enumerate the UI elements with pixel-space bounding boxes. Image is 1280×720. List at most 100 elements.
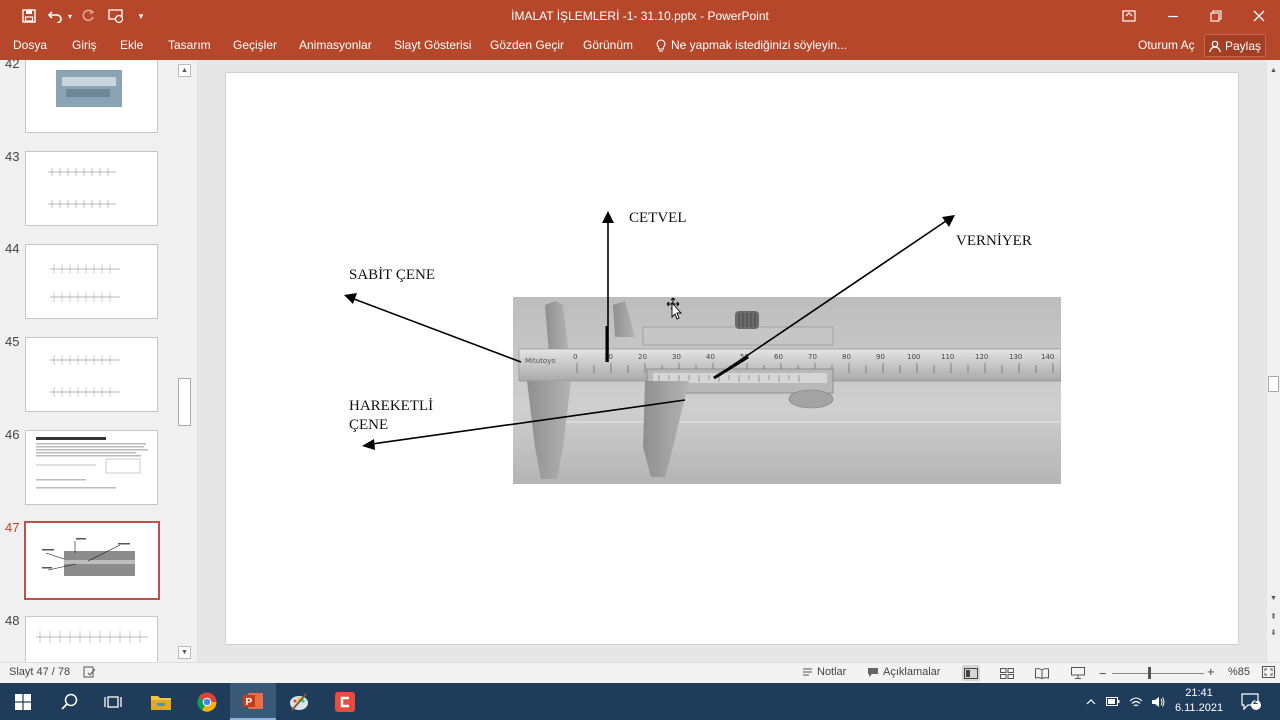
slide-thumbnail-43[interactable] [25,151,158,226]
reading-view-icon[interactable] [1033,665,1051,681]
windows-taskbar: P 21:41 6.11.2021 2 [0,683,1280,720]
label-sabit-cene[interactable]: SABİT ÇENE [349,266,435,285]
battery-icon[interactable] [1104,683,1122,720]
comments-button[interactable]: Açıklamalar [867,666,940,678]
notes-button[interactable]: Notlar [802,666,846,678]
slide-thumbnail-46[interactable] [25,430,158,505]
scale-number: 140 [1041,353,1054,361]
zoom-slider[interactable] [1112,673,1204,674]
caliper-photo: 0 10 20 30 40 50 60 70 80 90 100 110 120… [513,297,1061,484]
undo-dropdown-icon[interactable]: ▾ [66,0,74,32]
scale-number: 50 [740,353,749,361]
search-icon[interactable] [46,683,92,720]
tab-view[interactable]: Görünüm [583,38,633,52]
slideshow-icon[interactable] [1069,665,1087,681]
wifi-icon[interactable] [1127,683,1145,720]
paint-icon[interactable] [276,683,322,720]
slide-number: 48 [5,613,20,628]
zoom-level[interactable]: %85 [1228,666,1250,678]
task-view-icon[interactable] [90,683,136,720]
restore-button[interactable] [1194,0,1238,32]
close-button[interactable] [1237,0,1280,32]
zoom-out-icon[interactable]: − [1099,666,1107,681]
tab-insert[interactable]: Ekle [120,38,143,52]
slide-number: 44 [5,241,20,256]
scale-number: 70 [808,353,817,361]
recorder-app-icon[interactable] [322,683,368,720]
slide-number: 42 [5,60,20,71]
tab-review[interactable]: Gözden Geçir [490,38,564,52]
touch-mode-icon[interactable] [106,0,128,32]
windows-start-icon[interactable] [0,683,46,720]
previous-slide-icon[interactable]: ⇞ [1267,610,1280,623]
slide-thumbnail-pane: 42 43 44 45 46 47 48 ▲ ▼ [0,60,197,662]
undo-icon[interactable] [44,0,66,32]
chrome-icon[interactable] [184,683,230,720]
notification-center-icon[interactable]: 2 [1236,683,1266,720]
powerpoint-window: ▾ ▾ İMALAT İŞLEMLERİ -1- 31.10.pptx - Po… [0,0,1280,720]
tell-me-box[interactable]: Ne yapmak istediğinizi söyleyin... [656,38,847,52]
show-hidden-icons[interactable] [1082,683,1100,720]
scale-number: 80 [842,353,851,361]
slide-canvas[interactable]: 0 10 20 30 40 50 60 70 80 90 100 110 120… [225,72,1239,645]
scale-number: 20 [638,353,647,361]
powerpoint-taskbar-icon[interactable]: P [230,683,276,720]
label-hareketli[interactable]: HAREKETLİ [349,397,433,416]
slide-sorter-icon[interactable] [998,665,1016,681]
minimize-button[interactable] [1151,0,1195,32]
next-slide-icon[interactable]: ⇟ [1267,626,1280,639]
slide-thumbnail-42[interactable] [25,60,158,133]
thumbnail-scrollbar[interactable]: ▲ ▼ [177,64,192,660]
slide-number: 47 [5,520,20,535]
notes-label: Notlar [817,666,847,678]
tab-slideshow[interactable]: Slayt Gösterisi [394,38,471,52]
move-cursor-icon [666,297,683,320]
scroll-down-icon[interactable]: ▼ [1267,592,1280,605]
notes-icon [803,668,812,676]
scrollbar-thumb[interactable] [1268,376,1279,392]
lightbulb-icon [656,38,666,52]
redo-icon[interactable] [78,0,98,32]
customize-icon[interactable]: ▾ [134,0,148,32]
spellcheck-icon[interactable] [83,666,96,678]
share-button[interactable]: Paylaş [1204,34,1266,57]
volume-icon[interactable] [1149,683,1167,720]
tab-design[interactable]: Tasarım [168,38,211,52]
slide-number: 45 [5,334,20,349]
tab-animations[interactable]: Animasyonlar [299,38,372,52]
slide-number: 43 [5,149,20,164]
zoom-in-icon[interactable]: + [1207,664,1215,679]
scale-number: 60 [774,353,783,361]
comment-icon [868,667,878,677]
ribbon-display-icon[interactable] [1107,0,1151,32]
slide-thumbnail-47[interactable] [24,521,160,600]
document-title: İMALAT İŞLEMLERİ -1- 31.10.pptx - PowerP… [511,9,769,23]
label-cene[interactable]: ÇENE [349,416,388,435]
slide-thumbnail-44[interactable] [25,244,158,319]
clock-time: 21:41 [1185,687,1213,699]
comments-label: Açıklamalar [883,666,941,678]
scrollbar-thumb[interactable] [178,378,191,426]
scale-number: 0 [573,353,577,361]
save-icon[interactable] [18,0,40,32]
normal-view-icon[interactable] [962,665,980,681]
main-scrollbar[interactable]: ▲ ▼ ⇞ ⇟ [1267,60,1280,662]
slide-thumbnail-48[interactable] [25,616,158,662]
tab-file[interactable]: Dosya [13,38,47,52]
system-clock[interactable]: 21:41 6.11.2021 [1168,686,1230,716]
tab-home[interactable]: Giriş [72,38,97,52]
scroll-up-icon[interactable]: ▲ [1267,64,1280,77]
tab-transitions[interactable]: Geçişler [233,38,277,52]
clock-date: 6.11.2021 [1174,702,1224,714]
scroll-down-icon[interactable]: ▼ [178,646,191,659]
label-cetvel[interactable]: CETVEL [629,209,687,228]
notification-count: 2 [1253,696,1259,706]
scroll-up-icon[interactable]: ▲ [178,64,191,77]
slide-editor: 0 10 20 30 40 50 60 70 80 90 100 110 120… [197,60,1267,662]
zoom-slider-knob[interactable] [1148,667,1151,679]
slide-thumbnail-45[interactable] [25,337,158,412]
file-explorer-icon[interactable] [138,683,184,720]
sign-in-link[interactable]: Oturum Aç [1138,38,1195,52]
label-verniyer[interactable]: VERNİYER [956,232,1032,251]
fit-to-window-icon[interactable] [1262,666,1275,678]
